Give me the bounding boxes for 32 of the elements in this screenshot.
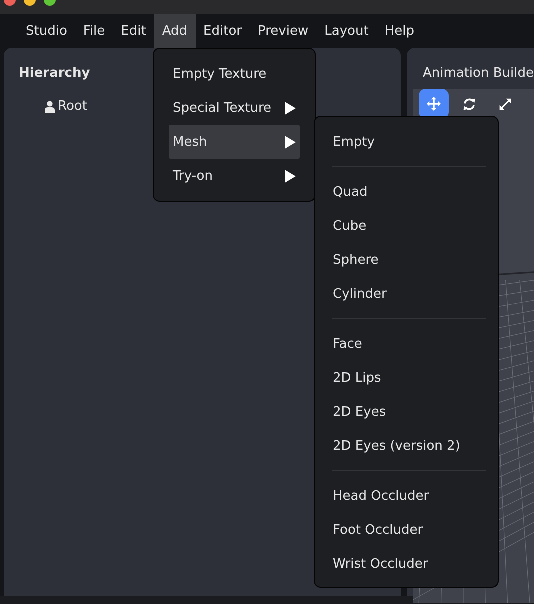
expand-icon xyxy=(499,98,512,110)
tool-button[interactable] xyxy=(418,89,449,119)
panel-title: Hierarchy xyxy=(19,66,90,81)
menu-item[interactable]: Special Texture xyxy=(169,91,300,125)
menu-bar-item[interactable]: Preview xyxy=(250,14,317,48)
menu-item[interactable]: Wrist Occluder xyxy=(332,547,480,581)
menu-item[interactable]: Quad xyxy=(332,175,480,209)
menu-item[interactable]: Foot Occluder xyxy=(332,513,480,547)
panel-title: Animation Builde xyxy=(422,66,534,81)
menu-item[interactable]: 2D Eyes (version 2) xyxy=(332,429,480,463)
menu-bar-item[interactable]: Editor xyxy=(196,14,250,48)
menu-item[interactable]: Try-on xyxy=(169,159,300,193)
menu-bar-item[interactable]: File xyxy=(75,14,114,48)
refresh-icon xyxy=(463,98,476,110)
tree-item[interactable]: Root xyxy=(58,99,88,114)
menu-item[interactable]: 2D Eyes xyxy=(332,395,480,429)
menu-bar-item[interactable]: Help xyxy=(376,14,422,48)
menu-bar-item[interactable]: Add xyxy=(154,14,196,48)
person-icon xyxy=(45,100,55,112)
menu-item[interactable]: Sphere xyxy=(332,243,480,277)
menu-item[interactable]: Face xyxy=(332,327,480,361)
menu-bar-item[interactable]: Layout xyxy=(316,14,377,48)
menu-item[interactable]: Empty xyxy=(332,125,480,159)
menu-bar-item[interactable]: Studio xyxy=(18,14,76,48)
menu-bar-item[interactable]: Edit xyxy=(113,14,154,48)
menu-item[interactable]: Head Occluder xyxy=(332,479,480,513)
menu-item[interactable]: Mesh xyxy=(169,125,300,159)
menu-item[interactable]: 2D Lips xyxy=(332,361,480,395)
move-icon xyxy=(426,97,441,111)
menu-item[interactable]: Empty Texture xyxy=(169,57,300,91)
menu-item[interactable]: Cube xyxy=(332,209,480,243)
menu-item[interactable]: Cylinder xyxy=(332,277,480,311)
